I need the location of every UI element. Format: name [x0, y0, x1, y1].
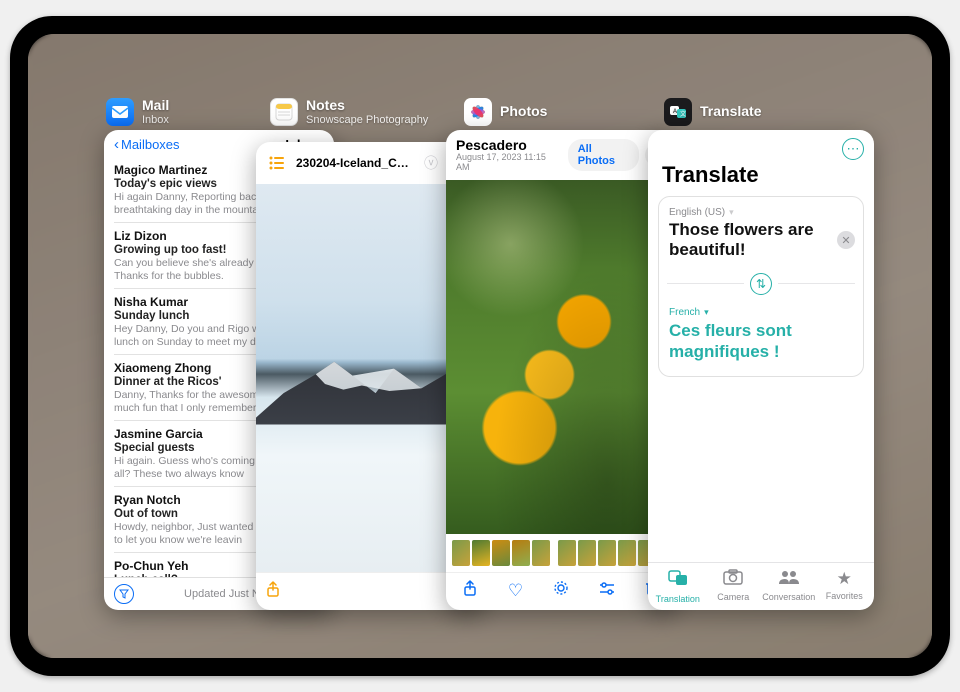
app-label-photos: Photos — [464, 98, 547, 126]
notes-list-icon[interactable] — [266, 152, 288, 174]
conversation-icon — [778, 569, 800, 590]
ipad-screen: Mail Inbox Notes Snowscape Photography — [28, 34, 932, 658]
tab-conversation[interactable]: Conversation — [761, 569, 817, 604]
translate-box: English (US) Those flowers are beautiful… — [658, 196, 864, 377]
source-language-selector[interactable]: English (US) — [669, 207, 853, 218]
app-label-mail-title: Mail — [142, 98, 169, 113]
tab-camera[interactable]: Camera — [706, 569, 762, 604]
translate-header: ⋯ — [648, 130, 874, 160]
mail-back-label: Mailboxes — [121, 137, 180, 152]
camera-icon — [723, 569, 743, 590]
app-label-translate-title: Translate — [700, 104, 761, 119]
clear-text-button[interactable]: ✕ — [837, 231, 855, 249]
photos-header: Pescadero August 17, 2023 11:15 AM All P… — [446, 130, 676, 176]
translation-tab-icon — [668, 569, 688, 592]
svg-text:文: 文 — [680, 110, 686, 118]
app-switcher[interactable]: Mail Inbox Notes Snowscape Photography — [28, 34, 932, 658]
favorite-icon[interactable]: ♡ — [504, 581, 528, 601]
target-text: Ces fleurs sont magnifiques ! — [669, 320, 853, 363]
app-label-notes: Notes Snowscape Photography — [270, 98, 428, 126]
photo-viewer[interactable] — [446, 180, 676, 534]
app-label-notes-title: Notes — [306, 98, 428, 113]
app-label-mail: Mail Inbox — [106, 98, 169, 126]
app-card-translate[interactable]: ⋯ Translate English (US) Those flowers a… — [648, 130, 874, 610]
mail-app-icon — [106, 98, 134, 126]
target-language-selector[interactable]: French — [669, 307, 853, 318]
photos-timestamp: August 17, 2023 11:15 AM — [456, 152, 556, 172]
share-icon[interactable] — [266, 581, 280, 602]
svg-text:A: A — [673, 109, 677, 115]
app-card-photos[interactable]: Pescadero August 17, 2023 11:15 AM All P… — [446, 130, 676, 610]
mail-filter-button[interactable] — [114, 584, 134, 604]
notes-app-icon — [270, 98, 298, 126]
all-photos-button[interactable]: All Photos — [568, 139, 639, 171]
mail-back-button[interactable]: ‹ Mailboxes — [114, 136, 180, 153]
app-label-translate: A文 Translate — [664, 98, 761, 126]
app-label-notes-subtitle: Snowscape Photography — [306, 114, 428, 126]
star-icon: ★ — [837, 569, 852, 589]
translate-more-button[interactable]: ⋯ — [842, 138, 864, 160]
app-label-photos-title: Photos — [500, 104, 547, 119]
notes-title: 230204-Iceland_CC_i0… — [296, 156, 416, 170]
source-text[interactable]: Those flowers are beautiful! — [669, 220, 853, 261]
photos-title: Pescadero — [456, 138, 556, 152]
photos-app-icon — [464, 98, 492, 126]
tab-translation[interactable]: Translation — [650, 569, 706, 604]
live-icon[interactable] — [549, 579, 573, 602]
photos-toolbar: ♡ — [446, 572, 676, 610]
share-icon[interactable] — [458, 580, 482, 601]
chevron-left-icon: ‹ — [114, 136, 119, 153]
app-label-mail-subtitle: Inbox — [142, 114, 169, 126]
translate-heading: Translate — [648, 160, 874, 196]
notes-more-icon[interactable]: ⓥ — [424, 153, 438, 173]
swap-row: ⇅ — [667, 273, 855, 295]
translate-tab-bar: Translation Camera Conversation — [648, 562, 874, 610]
photo-thumbnails[interactable] — [446, 534, 676, 572]
ipad-frame: Mail Inbox Notes Snowscape Photography — [10, 16, 950, 676]
swap-languages-button[interactable]: ⇅ — [750, 273, 772, 295]
translate-app-icon: A文 — [664, 98, 692, 126]
adjust-icon[interactable] — [595, 581, 619, 601]
tab-favorites[interactable]: ★ Favorites — [817, 569, 873, 604]
